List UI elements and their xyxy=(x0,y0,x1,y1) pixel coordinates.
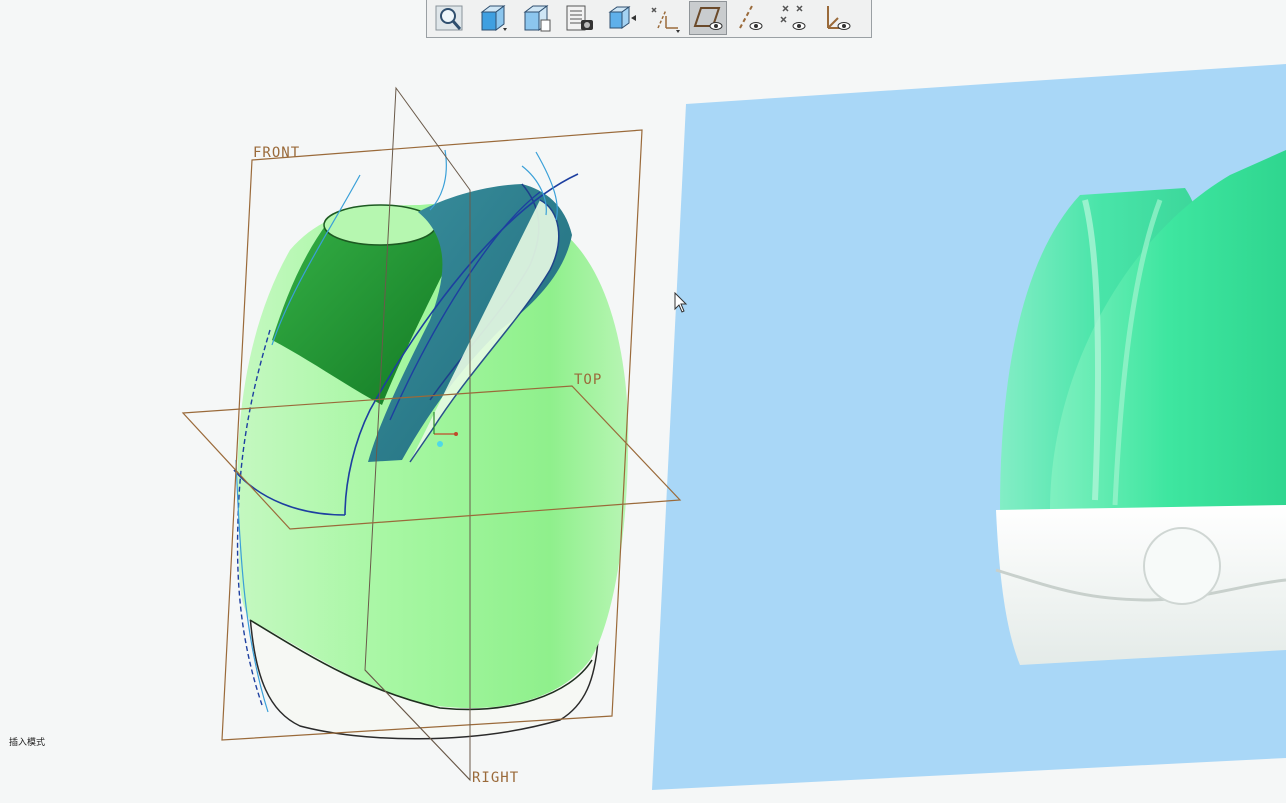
mouse-cursor-icon xyxy=(674,292,688,313)
front-plane-label: FRONT xyxy=(253,145,301,161)
graphics-viewport[interactable] xyxy=(0,0,1286,803)
cad-model[interactable] xyxy=(233,149,629,740)
right-plane-label: RIGHT xyxy=(472,770,520,786)
top-plane-label: TOP xyxy=(574,372,603,388)
reference-image-plane xyxy=(652,64,1286,790)
status-message: 插入模式 xyxy=(9,737,46,747)
